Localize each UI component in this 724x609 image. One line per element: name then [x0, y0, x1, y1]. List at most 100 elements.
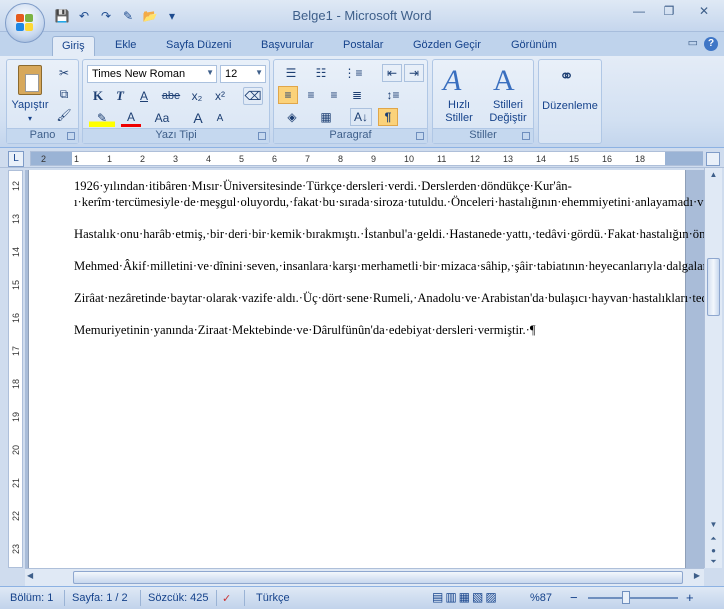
bold-button[interactable]: K [89, 87, 107, 105]
paste-button[interactable]: Yapıştır ▾ [10, 62, 50, 124]
tab-giris[interactable]: Giriş [52, 36, 95, 56]
next-page-icon[interactable]: ⏷ [707, 557, 720, 570]
close-button[interactable]: ✕ [684, 0, 724, 22]
tab-gozden-gecir[interactable]: Gözden Geçir [413, 36, 481, 56]
clipboard-launcher-icon[interactable] [67, 132, 75, 140]
align-center-icon[interactable]: ≡ [301, 86, 321, 104]
vertical-scrollbar[interactable]: ▲ ▼ ⏶ ● ⏷ [704, 168, 722, 568]
highlight-icon[interactable]: ✎ [89, 109, 115, 127]
format-painter-icon[interactable]: 🖌 [55, 106, 73, 124]
ruler-tick-label: 16 [11, 313, 21, 324]
proofing-icon[interactable]: ✓ [222, 592, 231, 605]
document-paragraph[interactable]: 1926·yılından·itibâren·Mısır·Üniversites… [74, 178, 704, 210]
horizontal-scrollbar[interactable]: ◀ ▶ [25, 568, 704, 586]
scroll-up-icon[interactable]: ▲ [707, 170, 720, 183]
view-ruler-icon[interactable] [706, 152, 720, 166]
font-size-dropdown-icon[interactable]: ▼ [255, 68, 263, 77]
grow-font-button[interactable]: A [189, 109, 207, 127]
vertical-scroll-thumb[interactable] [707, 258, 720, 316]
clipboard-group: Yapıştır ▾ ✂ ⧉ 🖌 Pano [6, 59, 79, 144]
font-launcher-icon[interactable] [258, 132, 266, 140]
editing-button[interactable]: ⚭ Düzenleme [541, 62, 599, 124]
copy-icon[interactable]: ⧉ [55, 85, 73, 103]
document-paragraph[interactable]: Hastalık·onu·harâb·etmiş,·bir·deri·bir·k… [74, 226, 704, 242]
decrease-indent-icon[interactable]: ⇤ [382, 64, 402, 82]
ruler-tick-label: 2 [41, 154, 47, 164]
numbering-icon[interactable]: ☷ [308, 64, 334, 82]
status-zoom[interactable]: %87 [530, 592, 552, 604]
align-right-icon[interactable]: ≡ [324, 86, 344, 104]
status-section[interactable]: Bölüm: 1 [10, 592, 53, 604]
change-styles-button[interactable]: A Stilleri Değiştir [483, 62, 533, 124]
zoom-in-button[interactable]: + [686, 590, 694, 605]
sort-button[interactable]: A↓ [350, 108, 372, 126]
ribbon-tabs: Giriş Ekle Sayfa Düzeni Başvurular Posta… [0, 32, 724, 56]
quick-styles-button[interactable]: A Hızlı Stiller [437, 62, 481, 124]
ruler-tick-label: 23 [11, 544, 21, 555]
tab-sayfa-duzeni[interactable]: Sayfa Düzeni [166, 36, 231, 56]
justify-icon[interactable]: ≣ [347, 86, 367, 104]
document-area[interactable]: 1926·yılından·itibâren·Mısır·Üniversites… [25, 170, 704, 568]
ruler-tick-label: 5 [239, 154, 245, 164]
status-words[interactable]: Sözcük: 425 [148, 592, 209, 604]
shrink-font-button[interactable]: A [211, 109, 229, 127]
status-language[interactable]: Türkçe [256, 592, 290, 604]
tab-gorunum[interactable]: Görünüm [511, 36, 557, 56]
ruler-tick-label: 15 [11, 280, 21, 291]
document-paragraph[interactable]: Zirâat·nezâretinde·baytar·olarak·vazife·… [74, 290, 704, 306]
multilevel-list-icon[interactable]: ⋮≡ [338, 64, 368, 82]
tab-ekle[interactable]: Ekle [115, 36, 136, 56]
paragraph-launcher-icon[interactable] [416, 132, 424, 140]
underline-button[interactable]: A [133, 87, 155, 105]
zoom-slider-knob[interactable] [622, 591, 630, 604]
scroll-left-icon[interactable]: ◀ [27, 571, 33, 580]
shading-icon[interactable]: ◈ [278, 108, 306, 126]
align-left-icon[interactable]: ≡ [278, 86, 298, 104]
paragraph-group-label: Paragraf [274, 128, 427, 143]
ruler-tick-label: 20 [11, 445, 21, 456]
status-page[interactable]: Sayfa: 1 / 2 [72, 592, 128, 604]
superscript-button[interactable]: x² [210, 87, 230, 105]
help-icon[interactable]: ? [704, 37, 718, 51]
document-paragraph[interactable]: Mehmed·Âkif·milletini·ve·dînini·seven,·i… [74, 258, 704, 274]
office-logo-icon [16, 14, 34, 32]
view-buttons-icon[interactable]: ▤▥▦▧▨ [432, 590, 499, 604]
ribbon-minimize-icon[interactable]: ▭ [688, 36, 698, 49]
horizontal-scroll-thumb[interactable] [73, 571, 683, 584]
strikethrough-button[interactable]: abe [159, 87, 183, 105]
ruler-tick-label: 21 [11, 478, 21, 489]
borders-icon[interactable]: ▦ [312, 108, 340, 126]
ruler-tick-label: 12 [11, 181, 21, 192]
tab-postalar[interactable]: Postalar [343, 36, 383, 56]
document-paragraph[interactable]: Memuriyetinin·yanında·Ziraat·Mektebinde·… [74, 322, 634, 338]
zoom-out-button[interactable]: − [570, 590, 578, 605]
increase-indent-icon[interactable]: ⇥ [404, 64, 424, 82]
font-name-dropdown-icon[interactable]: ▼ [206, 68, 214, 77]
italic-button[interactable]: T [111, 87, 129, 105]
font-name-combo[interactable]: Times New Roman ▼ [87, 65, 217, 83]
document-text[interactable]: 1926·yılından·itibâren·Mısır·Üniversites… [74, 178, 704, 354]
paste-dropdown-icon[interactable]: ▾ [10, 112, 50, 125]
vertical-ruler[interactable]: 12 13 14 15 16 17 18 19 20 21 22 23 [8, 170, 23, 568]
change-case-button[interactable]: Aa [149, 109, 175, 127]
font-color-button[interactable]: A [121, 109, 141, 127]
bullets-icon[interactable]: ☰ [278, 64, 304, 82]
font-group: Times New Roman ▼ 12 ▼ K T A abe x₂ x² ⌫… [82, 59, 270, 144]
scroll-right-icon[interactable]: ▶ [694, 571, 700, 580]
subscript-button[interactable]: x₂ [187, 87, 207, 105]
show-marks-button[interactable]: ¶ [378, 108, 398, 126]
tab-basvurular[interactable]: Başvurular [261, 36, 314, 56]
minimize-button[interactable]: — [624, 0, 654, 22]
horizontal-ruler[interactable]: 2 1 1 2 3 4 5 6 7 8 9 10 11 12 13 14 15 16 18 [30, 151, 703, 166]
cut-icon[interactable]: ✂ [55, 64, 73, 82]
office-button[interactable] [5, 3, 45, 43]
clear-format-icon[interactable]: ⌫ [243, 87, 263, 105]
zoom-slider[interactable] [588, 597, 678, 599]
styles-launcher-icon[interactable] [522, 132, 530, 140]
restore-button[interactable]: ❐ [654, 0, 684, 22]
page[interactable]: 1926·yılından·itibâren·Mısır·Üniversites… [28, 170, 704, 568]
tab-selector-icon[interactable]: L [8, 151, 24, 167]
font-size-combo[interactable]: 12 ▼ [220, 65, 266, 83]
scroll-down-icon[interactable]: ▼ [707, 520, 720, 533]
line-spacing-icon[interactable]: ↕≡ [378, 86, 408, 104]
